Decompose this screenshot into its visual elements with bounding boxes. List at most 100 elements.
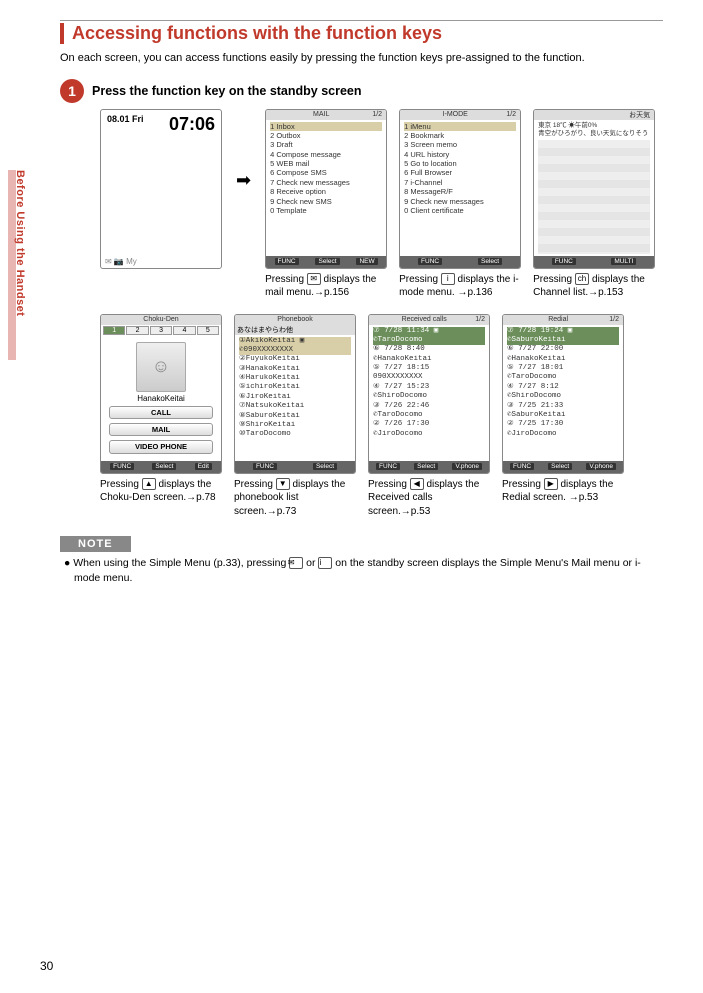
list-item: 2 Bookmark <box>404 131 516 140</box>
caption-text: Pressing <box>502 479 544 490</box>
caption-text: Pressing <box>100 479 142 490</box>
caption-text: Pressing <box>399 274 441 285</box>
list-item: ②FuyukoKeitai <box>239 355 351 364</box>
received-title: Received calls <box>402 316 447 323</box>
list-item: 4 Compose message <box>270 150 382 159</box>
standby-screen: 08.01 Fri 07:06 ✉ 📷 My <box>100 109 222 269</box>
step-number-badge: 1 <box>60 79 84 103</box>
tab: 5 <box>197 326 219 335</box>
imode-page: 1/2 <box>506 111 516 118</box>
kana-tabs: あなはまやらわ他 <box>235 325 355 335</box>
received-caption: Pressing ◀ displays the Received calls s… <box>368 478 490 519</box>
standby-col: 08.01 Fri 07:06 ✉ 📷 My <box>100 109 222 269</box>
softkey-func: FUNC <box>552 258 576 265</box>
redial-page: 1/2 <box>609 316 619 323</box>
list-item: 6 Full Browser <box>404 168 516 177</box>
list-item: ⑨ShiroKeitai <box>239 421 351 430</box>
phonebook-screen: Phonebook あなはまやらわ他 ①AkikoKeitai ▣ ✆090XX… <box>234 314 356 474</box>
step-title: Press the function key on the standby sc… <box>92 84 362 98</box>
right-key-icon: ▶ <box>544 478 558 490</box>
softkey-vphone: V.phone <box>586 463 616 470</box>
note-text-a: When using the Simple Menu (p.33), press… <box>73 557 289 569</box>
mail-key-icon: ✉ <box>307 273 321 285</box>
standby-date: 08.01 Fri <box>107 114 144 124</box>
channel-caption: Pressing ch displays the Channel list.→p… <box>533 273 655 300</box>
list-item: 4 URL history <box>404 150 516 159</box>
list-item: 3 Draft <box>270 140 382 149</box>
softkey-select: Select <box>548 463 572 470</box>
note-text: ● When using the Simple Menu (p.33), pre… <box>60 556 663 585</box>
up-key-icon: ▲ <box>142 478 156 490</box>
mail-caption: Pressing ✉ displays the mail menu.→p.156 <box>265 273 387 300</box>
received-page: 1/2 <box>475 316 485 323</box>
redial-title: Redial <box>548 316 568 323</box>
redial-caption: Pressing ▶ displays the Redial screen. →… <box>502 478 624 505</box>
caption-text: Pressing <box>368 479 410 490</box>
softkey-func: FUNC <box>253 463 277 470</box>
section-heading-wrap: Accessing functions with the function ke… <box>60 20 663 44</box>
list-item: 5 Go to location <box>404 159 516 168</box>
list-item: 0 Client certificate <box>404 206 516 215</box>
list-item: 9 Check new messages <box>404 197 516 206</box>
list-item: ✆090XXXXXXXX <box>239 346 351 355</box>
softkey-func: FUNC <box>376 463 400 470</box>
list-item: 6 Compose SMS <box>270 168 382 177</box>
imode-col: I-MODE1/2 1 iMenu 2 Bookmark 3 Screen me… <box>399 109 521 300</box>
imode-key-icon: i <box>441 273 455 285</box>
vphone-button: VIDEO PHONE <box>109 440 213 453</box>
list-item: ✆TaroDocomo <box>507 373 619 382</box>
redial-col: Redial1/2 ⑦ 7/28 19:24 ▣ ✆SaburoKeitai ⑥… <box>502 314 624 505</box>
softkey-select: Select <box>152 463 176 470</box>
list-item: ⑦NatsukoKeitai <box>239 402 351 411</box>
screenshot-row-1: 08.01 Fri 07:06 ✉ 📷 My ➡ MAIL1/2 1 Inbox… <box>100 109 663 300</box>
note-text-b: or <box>303 557 318 569</box>
list-item: 7 Check new messages <box>270 178 382 187</box>
left-key-icon: ◀ <box>410 478 424 490</box>
list-item: ⑦ 7/28 11:34 ▣ <box>373 327 485 336</box>
mail-button: MAIL <box>109 423 213 436</box>
redial-screen: Redial1/2 ⑦ 7/28 19:24 ▣ ✆SaburoKeitai ⑥… <box>502 314 624 474</box>
note-label: NOTE <box>60 536 131 552</box>
list-item: ⑤ichiroKeitai <box>239 383 351 392</box>
list-item: ✆JiroDocomo <box>507 430 619 439</box>
choku-title: Choku-Den <box>143 316 178 323</box>
list-item: ✆TaroDocomo <box>373 336 485 345</box>
softkey-multi: MULTI <box>611 258 636 265</box>
tab: 3 <box>150 326 172 335</box>
mail-key-icon: ✉ <box>289 557 303 569</box>
softkey-vphone: V.phone <box>452 463 482 470</box>
phonebook-caption: Pressing ▼ displays the phonebook list s… <box>234 478 356 519</box>
softkey-select: Select <box>315 258 339 265</box>
tab: 4 <box>173 326 195 335</box>
weather-line: 東京 18℃ ☀午前0% <box>538 122 650 130</box>
list-item: 9 Check new SMS <box>270 197 382 206</box>
standby-time: 07:06 <box>169 114 215 134</box>
list-item: ✆SaburoKeitai <box>507 336 619 345</box>
choku-den-screen: Choku-Den 1 2 3 4 5 ☺ HanakoKeitai CALL … <box>100 314 222 474</box>
channel-list-screen: お天気 東京 18℃ ☀午前0% 青空がひろがり、良い天気になりそう FUNCM… <box>533 109 655 269</box>
list-item: ③ 7/25 21:33 <box>507 402 619 411</box>
imode-title: I-MODE <box>443 111 468 118</box>
phonebook-title: Phonebook <box>277 316 312 323</box>
list-item: ④ 7/27 8:12 <box>507 383 619 392</box>
softkey-select: Select <box>414 463 438 470</box>
intro-paragraph: On each screen, you can access functions… <box>60 50 663 67</box>
list-item: 1 iMenu <box>404 122 516 131</box>
list-item: ③ 7/26 22:46 <box>373 402 485 411</box>
list-item: ⑥ 7/28 8:40 <box>373 345 485 354</box>
bullet-icon: ● <box>64 557 70 569</box>
softkey-func: FUNC <box>110 463 134 470</box>
list-item: 0 Template <box>270 206 382 215</box>
list-item: ✆JiroDocomo <box>373 430 485 439</box>
list-item: 7 i-Channel <box>404 178 516 187</box>
list-item: ①AkikoKeitai ▣ <box>239 337 351 346</box>
softkey-new: NEW <box>356 258 377 265</box>
list-item: ② 7/26 17:30 <box>373 420 485 429</box>
down-key-icon: ▼ <box>276 478 290 490</box>
caption-text: Pressing <box>234 479 276 490</box>
caption-text: Pressing <box>533 274 575 285</box>
list-item: 8 MessageR/F <box>404 187 516 196</box>
section-tab: Before Using the Handset <box>14 170 26 316</box>
list-item: ✆TaroDocomo <box>373 411 485 420</box>
softkey-select: Select <box>313 463 337 470</box>
